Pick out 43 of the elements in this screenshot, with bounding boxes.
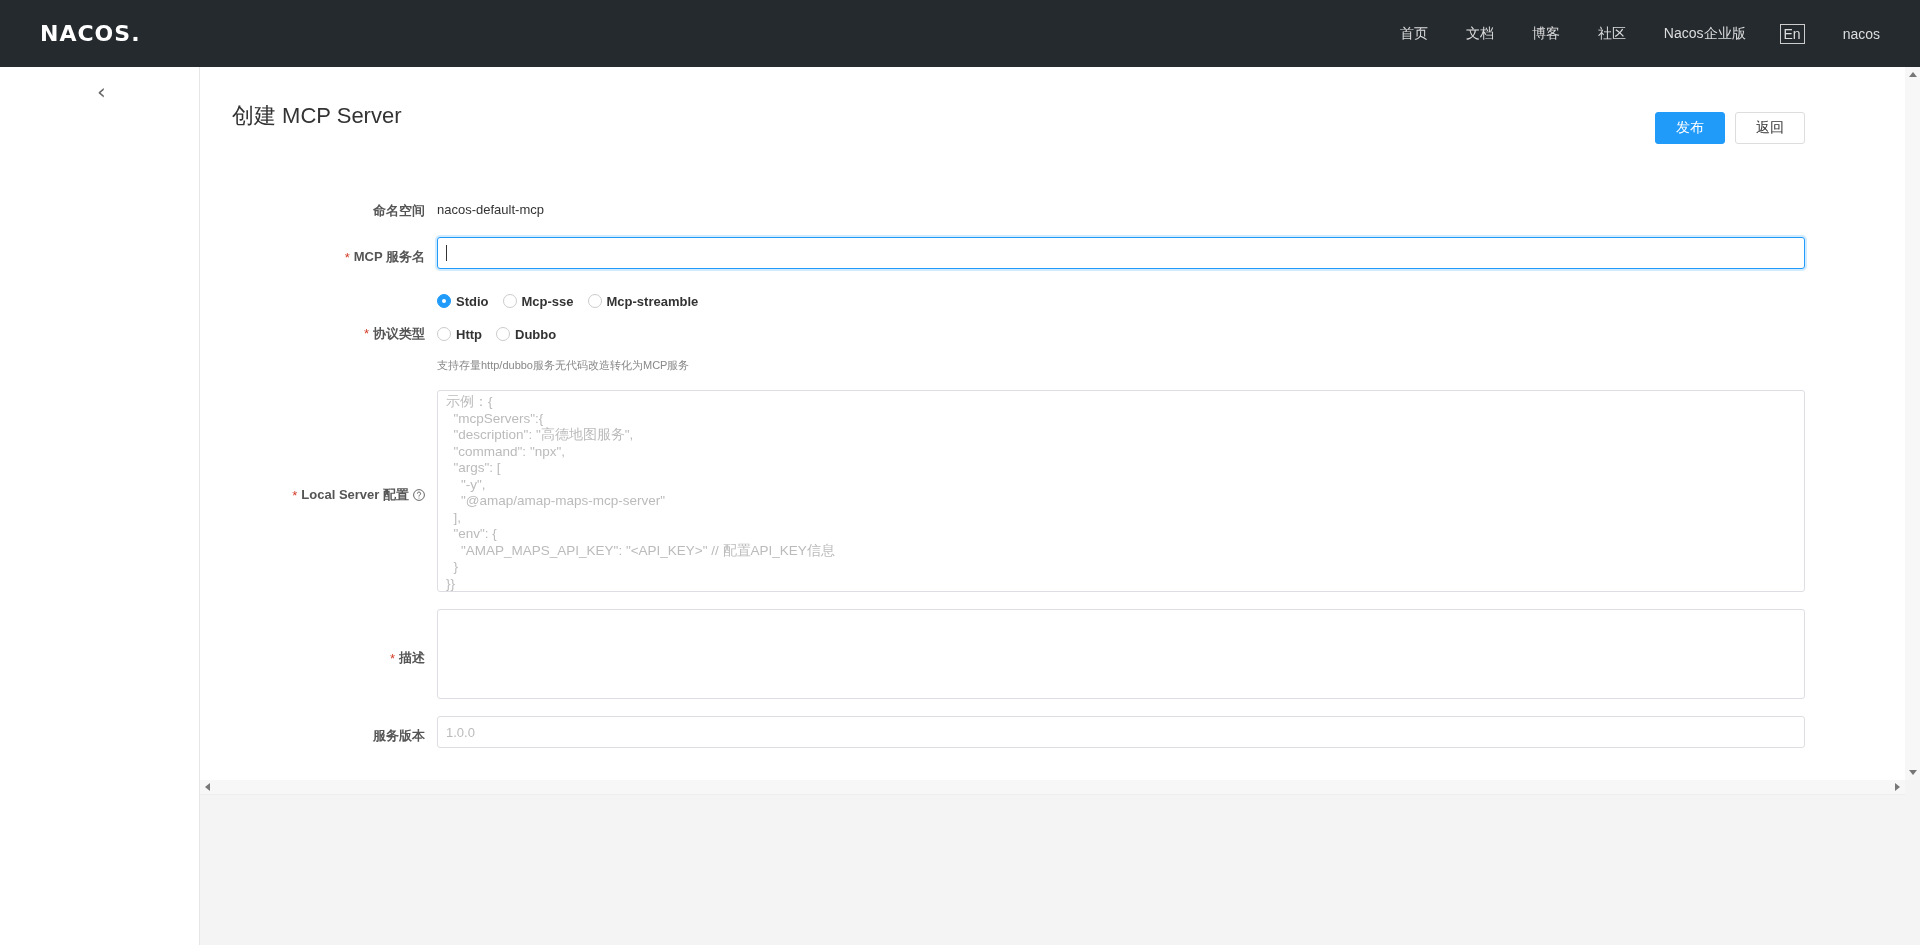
field-label: 命名空间 [373, 202, 425, 220]
radio-option[interactable]: Dubbo [496, 325, 557, 343]
nav-link[interactable]: 社区 [1597, 24, 1626, 43]
field-label: 服务版本 [373, 727, 425, 745]
page-title: 创建 MCP Server [232, 102, 402, 130]
radio-icon[interactable] [496, 327, 510, 341]
language-toggle[interactable]: En [1779, 23, 1805, 44]
radio-icon[interactable] [587, 294, 602, 308]
text-area[interactable]: 示例：{ "mcpServers":{ "description": "高德地图服务", "command": "npx", "args": [ "-y", "@amap/amap-maps-mcp-server" ], "env": { "AMAP_MAPS_API_KEY": "<API_KEY>" // 配置API_KEY信息 } }} [437, 390, 1805, 592]
scroll-left-icon[interactable] [204, 783, 212, 791]
nav-link[interactable]: 博客 [1531, 24, 1560, 43]
scroll-right-icon[interactable] [1893, 783, 1901, 791]
radio-option[interactable]: Http [437, 325, 482, 343]
scroll-down-icon[interactable] [1908, 768, 1917, 776]
radio-option[interactable]: Mcp-sse [502, 292, 574, 310]
namespace-value: nacos-default-mcp [437, 201, 544, 217]
radio-icon[interactable] [502, 294, 517, 308]
scroll-up-icon[interactable] [1908, 71, 1917, 79]
required-mark: * [363, 326, 369, 341]
nav-link[interactable]: Nacos企业版 [1663, 24, 1746, 43]
radio-icon[interactable] [437, 327, 451, 341]
input-field[interactable] [437, 237, 1805, 269]
radio-icon[interactable] [437, 294, 451, 308]
vertical-scrollbar[interactable] [1905, 67, 1920, 780]
text-cursor [446, 245, 447, 261]
required-mark: * [389, 650, 395, 666]
help-icon[interactable] [413, 489, 425, 501]
field-label: 协议类型 [373, 324, 425, 343]
back-button[interactable]: 返回 [1735, 112, 1805, 144]
field-label: MCP 服务名 [353, 248, 425, 266]
required-mark: * [344, 249, 350, 265]
nav-link[interactable]: 首页 [1399, 24, 1428, 43]
required-mark: * [292, 487, 298, 503]
nav-link[interactable]: 文档 [1465, 24, 1494, 43]
help-text: 支持存量http/dubbo服务无代码改造转化为MCP服务 [437, 358, 690, 373]
horizontal-scrollbar[interactable] [200, 780, 1905, 795]
nav-link[interactable]: nacos [1842, 25, 1880, 42]
collapse-sidebar-button[interactable]: ‹ [93, 81, 110, 103]
field-label: Local Server 配置 [301, 486, 409, 504]
field-label: 描述 [399, 649, 425, 667]
nacos-logo[interactable]: NACOS. [40, 21, 141, 46]
radio-option[interactable]: Stdio [437, 292, 489, 310]
radio-option[interactable]: Mcp-streamble [587, 292, 699, 310]
